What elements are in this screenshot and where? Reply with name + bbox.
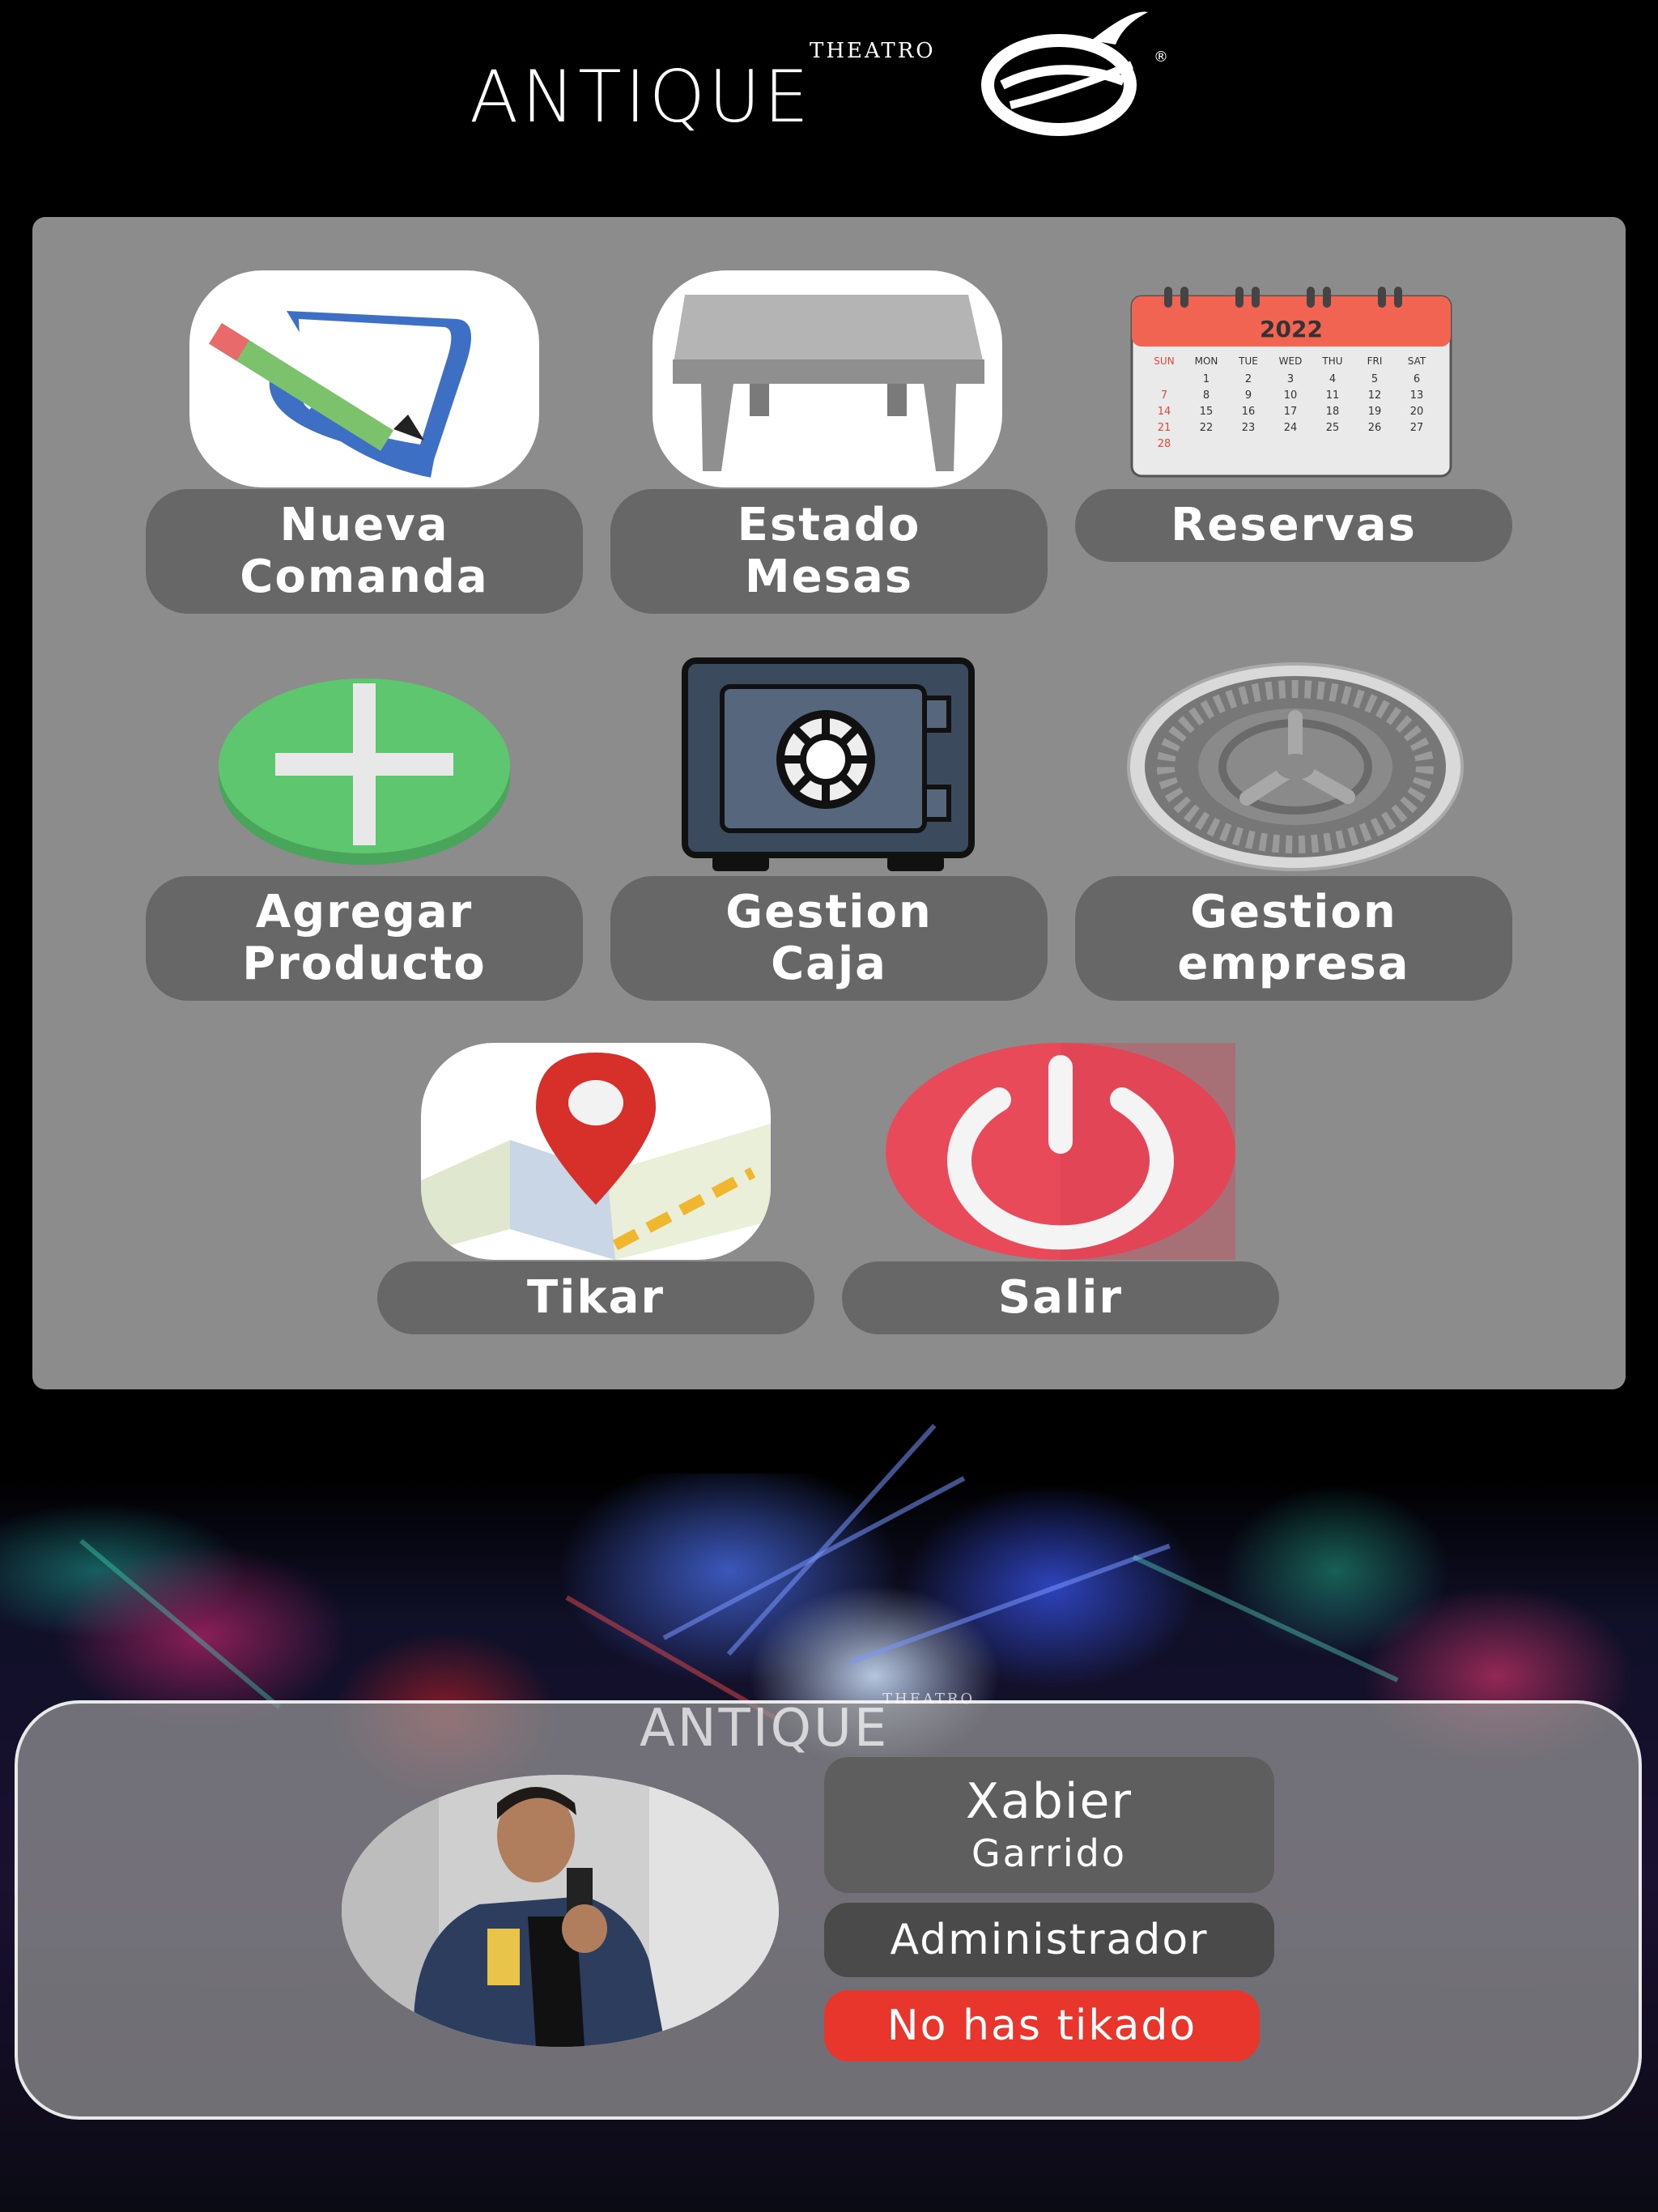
theatro-antique-logo: THEATRO ANTIQUE ® — [470, 8, 1198, 138]
calendar-date: 21 — [1158, 422, 1171, 434]
calendar-date: 11 — [1326, 389, 1340, 402]
calendar-date: 27 — [1410, 422, 1424, 434]
calendar-date: 16 — [1242, 406, 1256, 418]
clock-in-status-badge: No has tikado — [824, 1990, 1260, 2061]
calendar-date: 5 — [1371, 373, 1378, 385]
user-avatar — [342, 1775, 779, 2047]
calendar-date: 6 — [1414, 373, 1420, 385]
calendar-date: 4 — [1329, 373, 1336, 385]
nueva-comanda-button[interactable]: Nueva Comanda — [146, 489, 583, 614]
calendar-date: 10 — [1284, 389, 1298, 402]
settings-gear-icon[interactable] — [1125, 661, 1465, 873]
user-role-badge: Administrador — [824, 1903, 1274, 1977]
calendar-date: 12 — [1368, 389, 1382, 402]
gestion-caja-button[interactable]: Gestion Caja — [610, 876, 1048, 1001]
calendar-date: 2 — [1245, 373, 1252, 385]
calendar-date: 18 — [1326, 406, 1340, 418]
logo-swirl-icon — [981, 11, 1148, 136]
card-logo-antique: ANTIQUE — [640, 1699, 890, 1759]
calendar-date: 17 — [1284, 406, 1298, 418]
calendar-date: 7 — [1161, 389, 1167, 402]
user-last-name: Garrido — [971, 1831, 1127, 1875]
calendar-date: 25 — [1326, 422, 1340, 434]
logo-registered-mark: ® — [1154, 49, 1168, 66]
user-profile-card — [15, 1700, 1642, 2120]
user-name-box: Xabier Garrido — [824, 1757, 1274, 1893]
calendar-date: 15 — [1200, 406, 1214, 418]
salir-button[interactable]: Salir — [842, 1261, 1279, 1334]
estado-mesas-button[interactable]: Estado Mesas — [610, 489, 1048, 614]
calendar-date: 9 — [1245, 389, 1252, 402]
calendar-date: 14 — [1158, 406, 1171, 418]
calendar-date: 19 — [1368, 406, 1382, 418]
calendar-day-header: TUE — [1238, 355, 1258, 367]
calendar-date: 26 — [1368, 422, 1382, 434]
logo-antique-text: ANTIQUE — [470, 55, 813, 138]
calendar-day-header: WED — [1279, 355, 1303, 367]
plus-icon[interactable] — [217, 675, 512, 866]
calendar-day-header: MON — [1195, 355, 1218, 367]
table-icon[interactable] — [653, 270, 1002, 487]
calendar-icon[interactable]: 2022 SUN MON TUE WED THU FRI SAT 1 2 3 4 5 6 7 8 9 10 11 1… — [1130, 287, 1452, 478]
calendar-year: 2022 — [1260, 316, 1323, 342]
calendar-day-header: SAT — [1408, 355, 1426, 367]
agregar-producto-button[interactable]: Agregar Producto — [146, 876, 583, 1001]
user-first-name: Xabier — [965, 1773, 1133, 1830]
card-watermark-logo: THEATRO ANTIQUE — [640, 1691, 972, 1759]
calendar-date: 22 — [1200, 422, 1214, 434]
map-pin-icon[interactable] — [421, 1043, 771, 1260]
calendar-date: 1 — [1203, 373, 1209, 385]
calendar-date: 13 — [1410, 389, 1424, 402]
calendar-date: 23 — [1242, 422, 1256, 434]
calendar-date: 20 — [1410, 406, 1424, 418]
gestion-empresa-button[interactable]: Gestion empresa — [1075, 876, 1512, 1001]
calendar-date: 28 — [1158, 438, 1171, 450]
power-icon[interactable] — [886, 1043, 1235, 1260]
calendar-date: 8 — [1203, 389, 1209, 402]
tikar-button[interactable]: Tikar — [377, 1261, 814, 1334]
calendar-day-header: FRI — [1367, 355, 1383, 367]
card-logo-theatro: THEATRO — [882, 1691, 976, 1708]
calendar-day-header: SUN — [1154, 355, 1174, 367]
calendar-date: 3 — [1287, 373, 1294, 385]
reservas-button[interactable]: Reservas — [1075, 489, 1512, 562]
nueva-comanda-icon[interactable] — [189, 270, 539, 487]
calendar-day-header: THU — [1321, 355, 1342, 367]
safe-icon[interactable] — [682, 657, 975, 874]
calendar-date: 24 — [1284, 422, 1298, 434]
logo-theatro-text: THEATRO — [810, 39, 936, 63]
